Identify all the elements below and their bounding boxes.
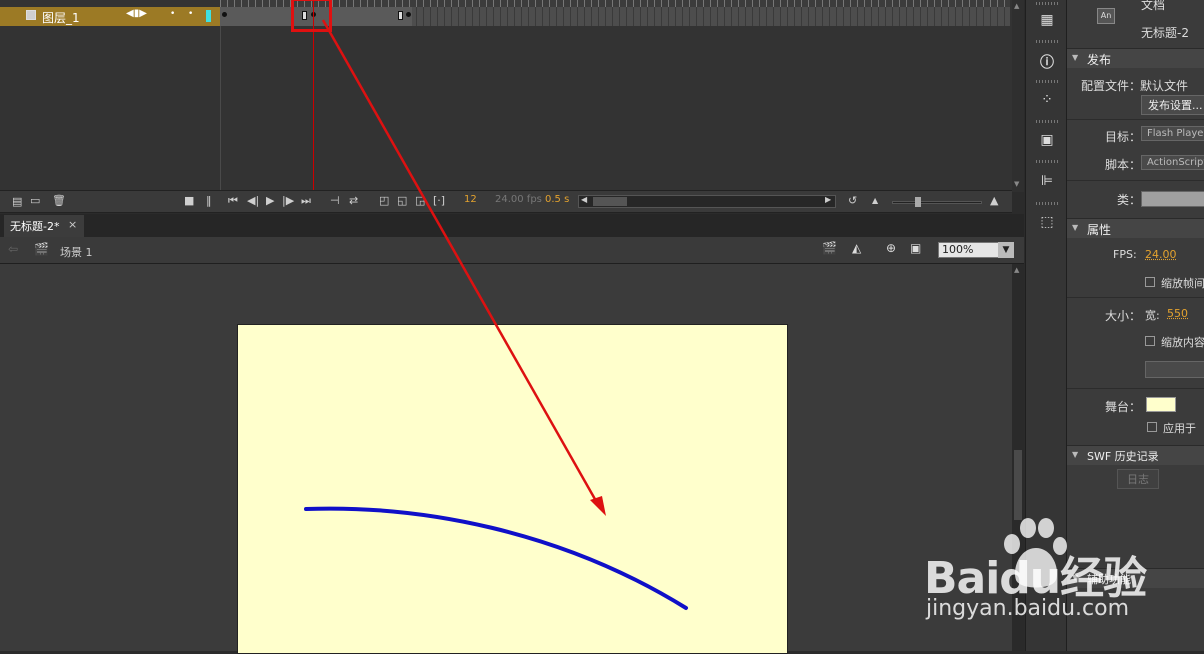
fps-label: FPS:	[1113, 248, 1137, 261]
publish-settings-button[interactable]: 发布设置...	[1141, 95, 1204, 115]
target-label: 目标：	[1105, 130, 1142, 144]
scale-spans-label: 缩放帧间	[1161, 277, 1204, 290]
scale-content-label: 缩放内容	[1161, 336, 1204, 349]
apply-label: 应用于	[1163, 422, 1196, 435]
stage-color-swatch[interactable]	[1146, 397, 1176, 412]
stage-vscroll-thumb[interactable]	[1014, 450, 1022, 520]
timeline-vscroll[interactable]: ▲ ▼	[1012, 0, 1024, 192]
profile-label: 配置文件：	[1081, 79, 1142, 93]
advanced-settings-button[interactable]	[1145, 361, 1204, 378]
width-label: 宽:	[1145, 309, 1160, 322]
swf-history-header[interactable]: SWF 历史记录	[1067, 445, 1204, 465]
transform-icon[interactable]: ⬚	[1038, 214, 1056, 232]
properties-section-header[interactable]: 属性	[1067, 218, 1204, 238]
log-button[interactable]: 日志	[1117, 469, 1159, 489]
profile-value: 默认文件	[1140, 79, 1189, 93]
class-label: 类：	[1117, 193, 1142, 207]
scale-content-checkbox[interactable]	[1145, 336, 1155, 346]
script-select[interactable]: ActionScript	[1141, 155, 1204, 170]
publish-section-header[interactable]: 发布	[1067, 48, 1204, 68]
animate-doc-icon: An	[1097, 8, 1115, 24]
doc-type-label: 文档	[1141, 0, 1166, 12]
library-icon[interactable]: ▣	[1038, 132, 1056, 150]
annotation-arrow-line	[321, 19, 602, 509]
baidu-watermark: Baidu经验 jingyan.baidu.com	[922, 518, 1202, 628]
annotation-arrow-head	[590, 496, 606, 516]
baidu-url: jingyan.baidu.com	[926, 596, 1130, 621]
stage-scroll-up-icon[interactable]: ▲	[1014, 266, 1019, 274]
color-swatches-icon[interactable]: ⁘	[1038, 92, 1056, 110]
apply-checkbox[interactable]	[1147, 422, 1157, 432]
blue-curve-stroke[interactable]	[304, 506, 688, 610]
align-icon[interactable]: ⊫	[1038, 173, 1056, 191]
info-icon[interactable]: ⓘ	[1038, 52, 1056, 71]
class-field[interactable]	[1141, 191, 1204, 207]
scroll-up-icon[interactable]: ▲	[1014, 2, 1019, 10]
stage-label: 舞台：	[1105, 400, 1142, 414]
script-label: 脚本：	[1105, 158, 1142, 172]
fps-value[interactable]: 24.00	[1145, 248, 1177, 261]
scale-spans-checkbox[interactable]	[1145, 277, 1155, 287]
doc-name: 无标题-2	[1141, 26, 1189, 40]
size-label: 大小：	[1105, 309, 1142, 323]
stage-drawing	[304, 19, 688, 610]
align-grid-icon[interactable]: ▦	[1038, 12, 1056, 30]
target-select[interactable]: Flash Player	[1141, 126, 1204, 141]
scroll-down-icon[interactable]: ▼	[1014, 180, 1019, 188]
width-value[interactable]: 550	[1167, 307, 1188, 320]
